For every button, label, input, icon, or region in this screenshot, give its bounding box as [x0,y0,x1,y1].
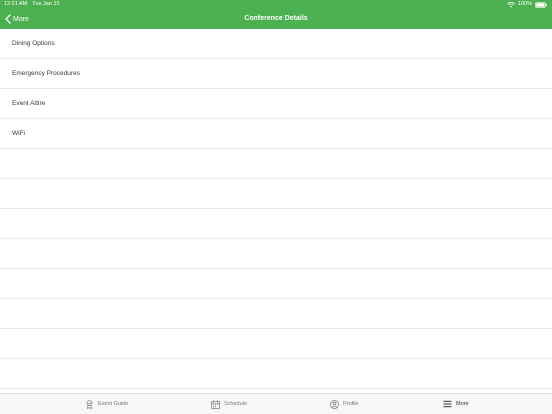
list-item-event-attire[interactable]: Event Attire [0,89,552,119]
list-item-emergency-procedures[interactable]: Emergency Procedures [0,59,552,89]
tab-more[interactable]: More [443,394,469,414]
status-time: 12:21 AM [4,1,28,7]
list-item-dining-options[interactable]: Dining Options [0,29,552,59]
list-item-wifi[interactable]: WiFi [0,119,552,149]
list-item-label: Dining Options [12,40,55,47]
empty-row [0,299,552,329]
tab-bar: Event Guide Schedule Profile More [0,393,552,414]
status-bar: 12:21 AM Tue Jan 31 100% [0,0,552,9]
tab-label: Profile [343,401,359,407]
empty-row [0,239,552,269]
empty-row [0,269,552,299]
battery-icon [535,1,547,8]
empty-row [0,179,552,209]
menu-icon [443,400,452,408]
status-date: Tue Jan 31 [32,1,60,7]
empty-row [0,359,552,389]
header: 12:21 AM Tue Jan 31 100% More Conference… [0,0,552,29]
calendar-icon [211,399,220,409]
profile-icon [330,399,339,409]
list-item-label: WiFi [12,130,25,137]
list-item-label: Event Attire [12,100,46,107]
conference-details-list: Dining Options Emergency Procedures Even… [0,29,552,393]
wifi-icon [507,1,515,8]
page-title: Conference Details [244,15,308,22]
tab-label: Schedule [224,401,247,407]
status-right: 100% [507,0,547,9]
list-item-label: Emergency Procedures [12,70,80,77]
screen: 12:21 AM Tue Jan 31 100% More Conference… [0,0,552,414]
tab-label: More [456,401,469,407]
empty-row [0,329,552,359]
status-left: 12:21 AM Tue Jan 31 [4,0,60,9]
tab-profile[interactable]: Profile [330,394,359,414]
nav-bar: More Conference Details [0,9,552,29]
battery-percent: 100% [517,1,532,7]
tab-label: Event Guide [98,401,129,407]
tab-event-guide[interactable]: Event Guide [85,394,128,414]
empty-row [0,209,552,239]
empty-row [0,149,552,179]
event-guide-icon [85,399,94,409]
tab-schedule[interactable]: Schedule [211,394,247,414]
